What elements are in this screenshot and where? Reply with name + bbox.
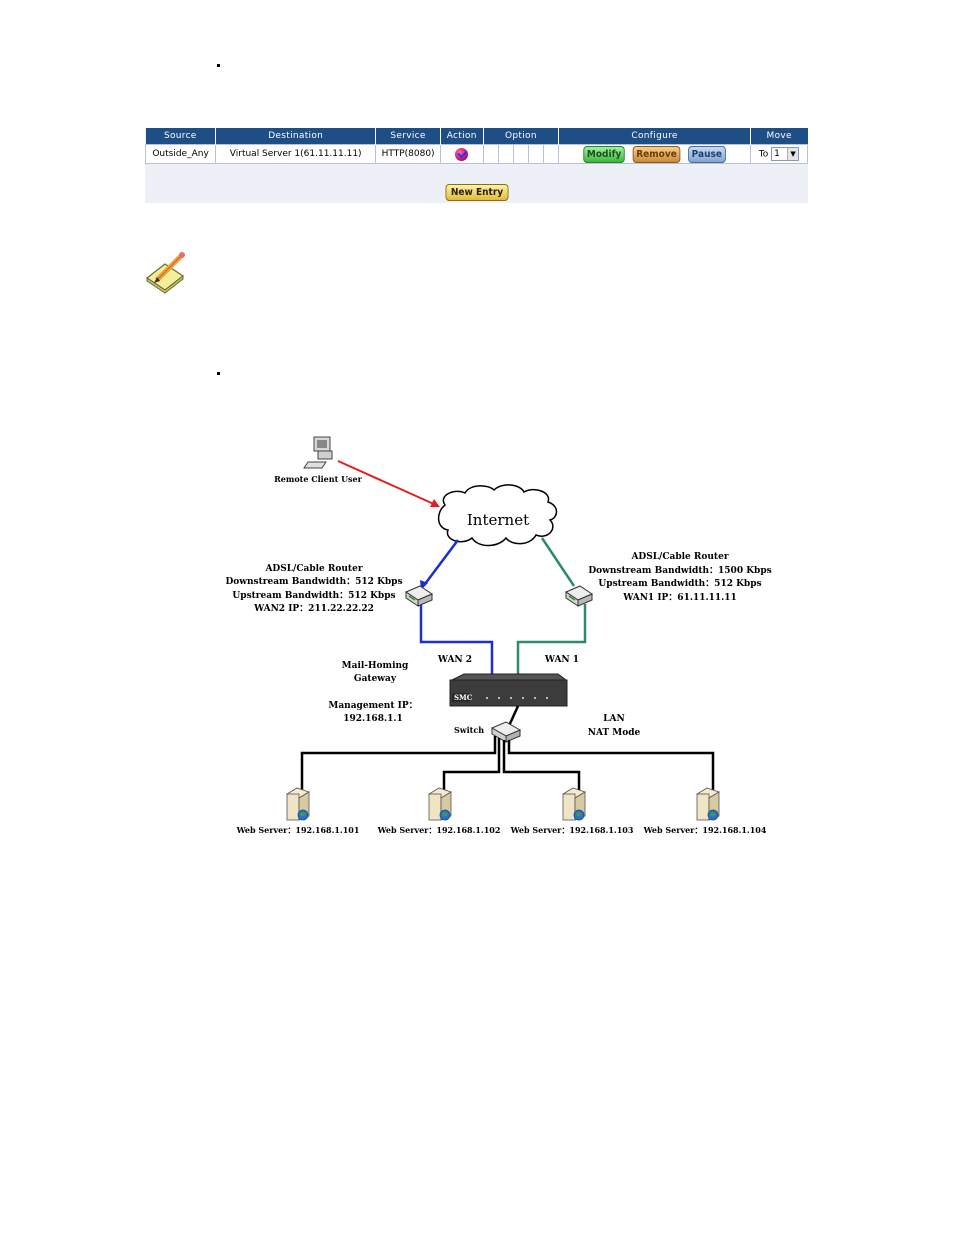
lan-link-server4 [507,740,715,790]
lan-label-line1: LAN [603,714,625,724]
lan-link-server3 [502,740,581,790]
management-ip-label: Management IP： [328,701,417,711]
server-label: Web Server：192.168.1.101 [236,825,360,835]
wan1-gateway-link [516,604,587,676]
wan1-label: WAN 1 [544,655,579,665]
wan2-gateway-link [419,604,494,676]
router-wan2-title: ADSL/Cable Router [264,564,362,574]
router-wan1-upstream: Upstream Bandwidth：512 Kbps [598,579,761,589]
router-wan2-ip: WAN2 IP：211.22.22.22 [253,604,374,614]
router-wan2-upstream: Upstream Bandwidth：512 Kbps [232,591,395,601]
adsl-router-wan2-icon [404,585,434,607]
management-ip-value: 192.168.1.1 [343,714,403,724]
lan-link-server2 [442,738,501,790]
router-wan1-title: ADSL/Cable Router [630,552,728,562]
server-label: Web Server：192.168.1.103 [510,825,634,835]
gateway-label-line2: Gateway [354,674,397,684]
internet-label: Internet [467,511,529,529]
internet-wan1-link [540,537,576,587]
web-server-icon [428,787,452,821]
server-label: Web Server：192.168.1.102 [377,825,501,835]
lan-link-server1 [300,736,497,790]
remote-client-label: Remote Client User [274,474,363,484]
router-wan2-downstream: Downstream Bandwidth：512 Kbps [225,577,402,587]
web-server-icon [286,787,310,821]
gateway-label-line1: Mail-Homing [342,661,409,671]
remote-client-pc-icon [303,436,333,469]
network-diagram: Remote Client User Internet ADSL/Cable R… [225,436,772,835]
switch-label: Switch [454,725,484,735]
wan2-label: WAN 2 [437,655,472,665]
web-server-icon [562,787,586,821]
adsl-router-wan1-icon [564,585,594,607]
router-wan1-downstream: Downstream Bandwidth：1500 Kbps [588,566,771,576]
router-wan1-ip: WAN1 IP：61.11.11.11 [622,593,737,603]
internet-wan2-link [424,539,459,585]
server-label: Web Server：192.168.1.104 [643,825,767,835]
web-server-icon [696,787,720,821]
lan-label-line2: NAT Mode [588,728,641,738]
device-brand-label: SMC [454,693,473,702]
